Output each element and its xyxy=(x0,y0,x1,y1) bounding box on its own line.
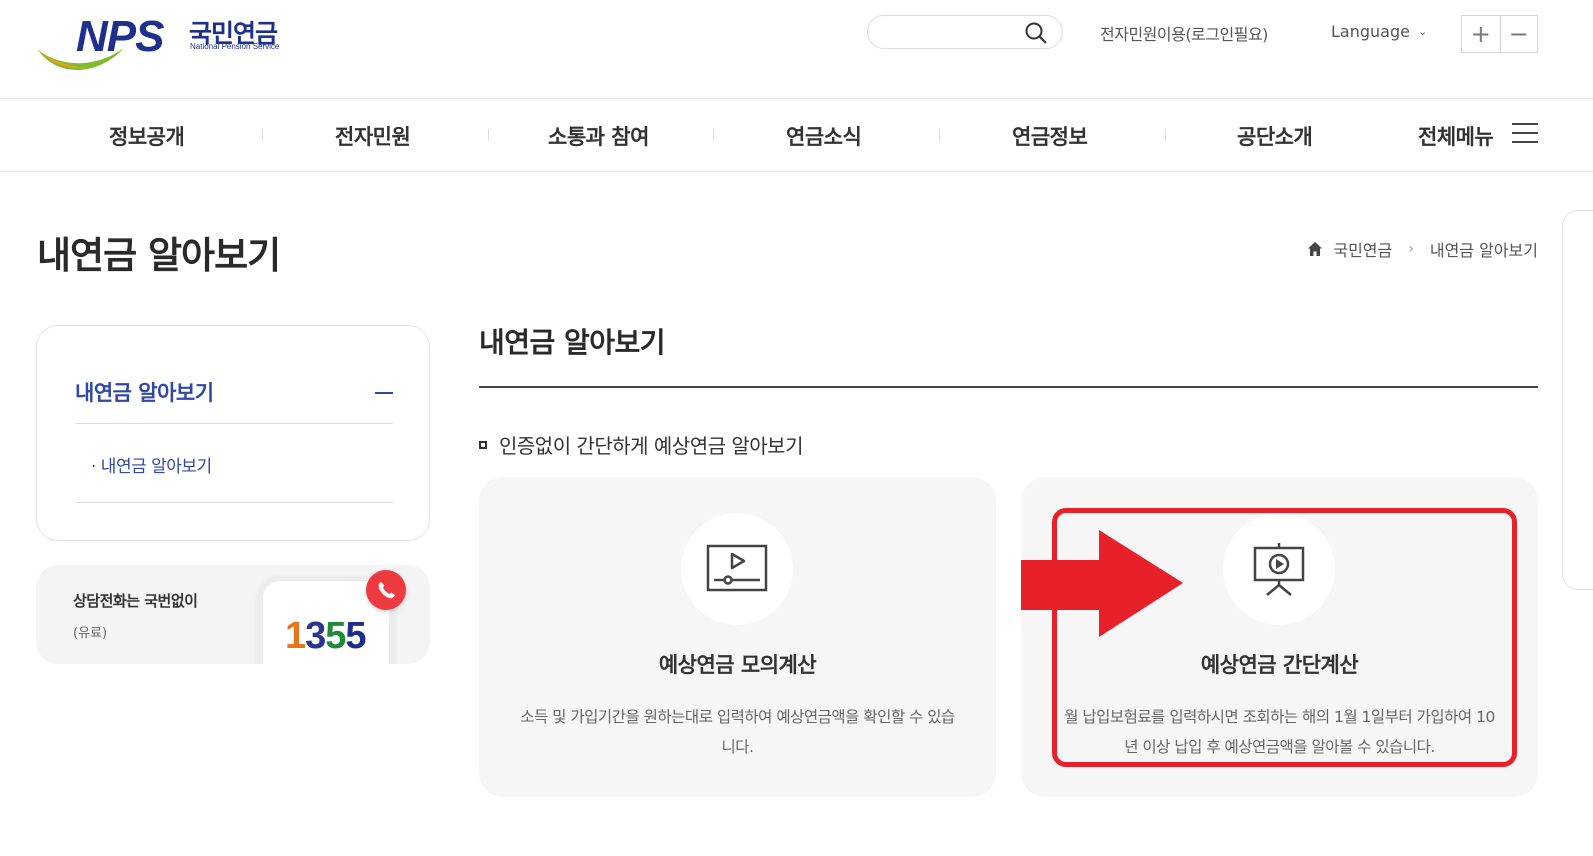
hamburger-menu-icon[interactable] xyxy=(1512,123,1538,145)
divider xyxy=(75,502,393,503)
language-selector[interactable]: Language ⌄ xyxy=(1331,22,1427,41)
zoom-out-button[interactable]: − xyxy=(1499,16,1538,52)
title-divider xyxy=(479,386,1538,388)
breadcrumb: 국민연금 › 내연금 알아보기 xyxy=(1307,237,1538,261)
page-title: 내연금 알아보기 xyxy=(37,234,281,277)
presentation-screen-icon xyxy=(1223,513,1335,625)
logo-wordmark: NPS xyxy=(76,12,164,61)
breadcrumb-item[interactable]: 국민연금 xyxy=(1333,237,1392,261)
simple-calculation-card[interactable]: 예상연금 간단계산 월 납입보험료를 입력하시면 조회하는 해의 1월 1일부터… xyxy=(1021,477,1538,797)
e-civil-service-link[interactable]: 전자민원이용(로그인필요) xyxy=(1100,21,1268,45)
phone-call-icon xyxy=(366,570,406,610)
gnb-divider xyxy=(1165,129,1166,141)
lnb-title[interactable]: 내연금 알아보기 xyxy=(75,377,214,407)
search-box xyxy=(867,15,1063,49)
main-navigation: 정보공개 전자민원 소통과 참여 연금소식 연금정보 공단소개 전체메뉴 xyxy=(0,99,1593,172)
side-navigation: 내연금 알아보기 · 내연금 알아보기 xyxy=(36,325,430,541)
call-subtitle: (유료) xyxy=(73,626,108,641)
collapse-icon[interactable] xyxy=(375,392,393,394)
chevron-right-icon: › xyxy=(1408,241,1414,257)
home-icon[interactable] xyxy=(1307,241,1323,257)
gnb-item-about[interactable]: 공단소개 xyxy=(1237,121,1313,151)
section-heading-text: 인증없이 간단하게 예상연금 알아보기 xyxy=(499,434,803,458)
gnb-item-info-disclosure[interactable]: 정보공개 xyxy=(109,121,185,151)
gnb-item-e-civil[interactable]: 전자민원 xyxy=(335,121,411,151)
search-icon[interactable] xyxy=(1024,21,1048,45)
divider xyxy=(75,423,393,424)
zoom-controls: + − xyxy=(1461,15,1538,53)
call-center-banner: 상담전화는 국번없이 (유료) 1355 xyxy=(36,565,430,664)
nps-logo[interactable]: NPS 국민연금 National Pension Service xyxy=(36,12,296,78)
section-heading: 인증없이 간단하게 예상연금 알아보기 xyxy=(479,430,803,459)
gnb-divider xyxy=(262,129,263,141)
gnb-divider xyxy=(939,129,940,141)
gnb-divider xyxy=(488,129,489,141)
gnb-item-all-menu[interactable]: 전체메뉴 xyxy=(1418,121,1494,151)
logo-english-name: National Pension Service xyxy=(190,42,280,51)
gnb-item-communication[interactable]: 소통과 참여 xyxy=(548,121,649,151)
card-description: 월 납입보험료를 입력하시면 조회하는 해의 1월 1일부터 가입하여 10년 … xyxy=(1064,708,1495,756)
search-input[interactable] xyxy=(882,22,1022,44)
video-player-icon xyxy=(681,513,793,625)
square-bullet-icon xyxy=(479,440,487,449)
content-title: 내연금 알아보기 xyxy=(479,326,666,359)
mock-calculation-card[interactable]: 예상연금 모의계산 소득 및 가입기간을 원하는대로 입력하여 예상연금액을 확… xyxy=(479,477,996,797)
card-description: 소득 및 가입기간을 원하는대로 입력하여 예상연금액을 확인할 수 있습니다. xyxy=(520,708,955,756)
call-title: 상담전화는 국번없이 xyxy=(73,592,198,610)
lnb-sub-item[interactable]: · 내연금 알아보기 xyxy=(91,452,212,477)
gnb-item-pension-info[interactable]: 연금정보 xyxy=(1012,121,1088,151)
call-number: 1355 xyxy=(285,615,367,657)
chevron-down-icon: ⌄ xyxy=(1417,25,1428,38)
card-title: 예상연금 간단계산 xyxy=(1200,653,1359,677)
card-title: 예상연금 모의계산 xyxy=(658,653,817,677)
gnb-divider xyxy=(713,129,714,141)
side-panel-edge[interactable] xyxy=(1562,210,1593,590)
site-header: NPS 국민연금 National Pension Service 전자민원이용… xyxy=(0,0,1593,99)
breadcrumb-item[interactable]: 내연금 알아보기 xyxy=(1430,237,1538,261)
zoom-in-button[interactable]: + xyxy=(1462,16,1500,52)
gnb-item-pension-news[interactable]: 연금소식 xyxy=(786,121,862,151)
language-label: Language xyxy=(1331,22,1410,41)
